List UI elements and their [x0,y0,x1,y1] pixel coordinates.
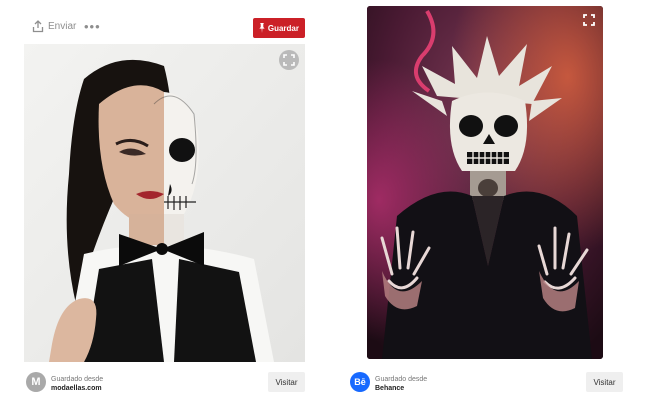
left-pin-footer: M Guardado desde modaellas.com Visitar [26,372,305,394]
right-pin-footer: Bē Guardado desde Behance Visitar [350,372,623,394]
source-info[interactable]: Guardado desde modaellas.com [51,375,103,393]
saved-from-label: Guardado desde [375,376,428,383]
source-avatar[interactable]: Bē [350,372,370,392]
share-button[interactable]: Enviar [32,20,76,33]
source-domain-link[interactable]: modaellas.com [51,384,103,393]
pin-icon [259,23,265,33]
visit-button[interactable]: Visitar [268,372,305,392]
expand-image-button[interactable] [581,12,597,28]
pin-image-skeleton-punk[interactable] [367,6,603,359]
left-pin-toolbar: Enviar ••• Guardar [24,18,305,38]
source-avatar[interactable]: M [26,372,46,392]
half-skull-makeup-photo [24,44,305,362]
visit-button[interactable]: Visitar [586,372,623,392]
more-options-button[interactable]: ••• [84,18,101,36]
expand-icon [583,14,595,26]
pin-image-half-skull-makeup[interactable] [24,44,305,362]
expand-image-button[interactable] [279,50,299,70]
source-info[interactable]: Guardado desde Behance [375,375,427,393]
saved-from-label: Guardado desde [51,376,104,383]
source-domain-link[interactable]: Behance [375,384,427,393]
share-icon [32,20,44,33]
expand-icon [283,54,295,66]
save-label: Guardar [267,23,299,33]
save-button[interactable]: Guardar [252,18,305,38]
share-label: Enviar [48,21,77,32]
skeleton-punk-photo [367,6,603,359]
